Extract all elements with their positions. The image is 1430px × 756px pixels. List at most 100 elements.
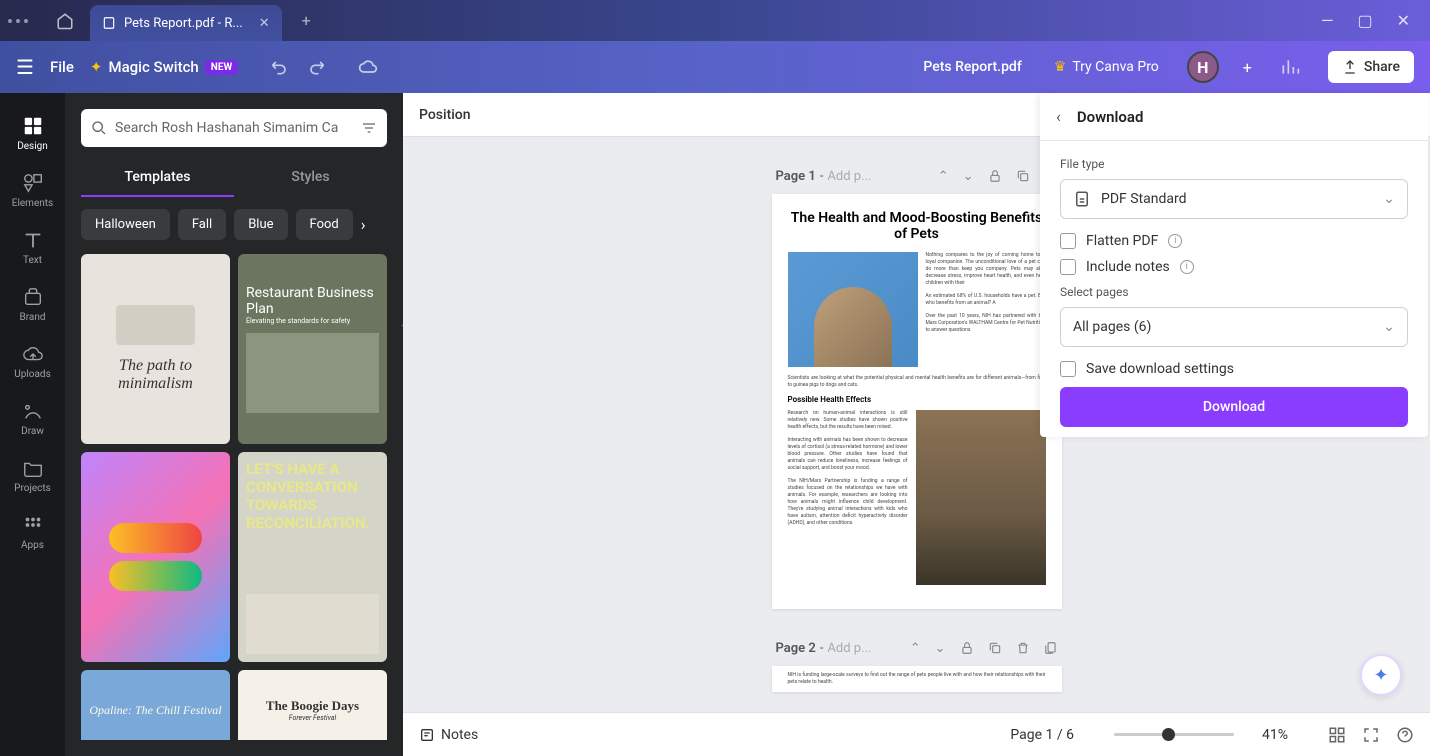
nav-draw[interactable]: Draw bbox=[0, 390, 65, 447]
nav-apps[interactable]: Apps bbox=[0, 504, 65, 561]
minimize-icon[interactable]: — bbox=[1321, 11, 1334, 30]
draw-icon bbox=[22, 400, 44, 422]
template-card[interactable]: LET'S HAVE A CONVERSATION TOWARDS RECONC… bbox=[238, 452, 387, 662]
home-icon[interactable] bbox=[56, 12, 74, 30]
magic-switch-button[interactable]: ✦ Magic Switch NEW bbox=[90, 58, 238, 76]
chevron-up-icon[interactable]: ⌃ bbox=[910, 641, 921, 656]
template-card[interactable]: The Boogie Days Forever Festival bbox=[238, 670, 387, 740]
doc-subheading: Possible Health Effects bbox=[788, 395, 1046, 404]
add-page-icon[interactable] bbox=[1044, 641, 1058, 655]
nav-elements[interactable]: Elements bbox=[0, 162, 65, 219]
select-pages-select[interactable]: All pages (6) ⌄ bbox=[1060, 307, 1408, 347]
file-type-select[interactable]: PDF Standard ⌄ bbox=[1060, 179, 1408, 219]
template-title: The path to minimalism bbox=[89, 357, 222, 393]
nav-uploads[interactable]: Uploads bbox=[0, 333, 65, 390]
select-pages-value: All pages (6) bbox=[1073, 319, 1151, 335]
template-title: The Boogie Days bbox=[266, 698, 359, 714]
select-pages-label: Select pages bbox=[1060, 285, 1408, 299]
zoom-slider[interactable] bbox=[1114, 733, 1234, 736]
doc-paragraph: Scientists are looking at what the poten… bbox=[788, 375, 1046, 389]
nav-design[interactable]: Design bbox=[0, 105, 65, 162]
flatten-pdf-checkbox[interactable]: Flatten PDF i bbox=[1060, 233, 1408, 249]
info-icon[interactable]: i bbox=[1168, 234, 1182, 248]
position-button[interactable]: Position bbox=[419, 107, 471, 123]
trash-icon[interactable] bbox=[1016, 641, 1030, 655]
download-panel: ‹ Download File type PDF Standard ⌄ Flat… bbox=[1040, 93, 1428, 437]
browser-tab[interactable]: Pets Report.pdf - R... ✕ bbox=[90, 5, 282, 41]
lock-icon[interactable] bbox=[960, 641, 974, 655]
vertical-nav: Design Elements Text Brand Uploads Draw … bbox=[0, 93, 65, 756]
info-icon[interactable]: i bbox=[1180, 260, 1194, 274]
duplicate-icon[interactable] bbox=[1016, 169, 1030, 183]
filter-icon[interactable] bbox=[361, 120, 377, 136]
doc-paragraph: NIH is funding large-scale surveys to fi… bbox=[788, 672, 1046, 686]
slider-thumb[interactable] bbox=[1162, 728, 1175, 741]
chevron-right-icon[interactable]: › bbox=[361, 215, 366, 234]
apps-icon bbox=[22, 514, 44, 536]
close-window-icon[interactable]: ✕ bbox=[1397, 11, 1410, 30]
page-label: Page 2 bbox=[776, 641, 816, 656]
lock-icon[interactable] bbox=[988, 169, 1002, 183]
add-page-title[interactable]: Add p... bbox=[827, 641, 871, 656]
add-page-title[interactable]: Add p... bbox=[827, 169, 871, 184]
filter-pill[interactable]: Fall bbox=[178, 209, 226, 240]
redo-icon[interactable] bbox=[306, 57, 326, 77]
template-card[interactable]: Restaurant Business Plan Elevating the s… bbox=[238, 254, 387, 444]
zoom-percent[interactable]: 41% bbox=[1262, 727, 1288, 743]
document-page-2[interactable]: NIH is funding large-scale surveys to fi… bbox=[772, 666, 1062, 692]
nav-label: Elements bbox=[12, 198, 53, 209]
filter-pill[interactable]: Food bbox=[296, 209, 353, 240]
page-counter[interactable]: Page 1 / 6 bbox=[1010, 727, 1074, 743]
undo-icon[interactable] bbox=[270, 57, 290, 77]
template-card[interactable]: Opaline: The Chill Festival bbox=[81, 670, 230, 740]
hamburger-icon[interactable]: ☰ bbox=[16, 55, 34, 79]
add-member-button[interactable]: + bbox=[1243, 58, 1252, 77]
analytics-icon[interactable] bbox=[1280, 57, 1300, 77]
doc-icon bbox=[102, 16, 116, 30]
doc-paragraph: Research on human-animal interactions is… bbox=[788, 410, 908, 431]
nav-text[interactable]: Text bbox=[0, 219, 65, 276]
notes-label: Notes bbox=[441, 727, 478, 743]
search-placeholder: Search Rosh Hashanah Simanim Ca bbox=[115, 120, 338, 136]
save-settings-checkbox[interactable]: Save download settings bbox=[1060, 361, 1408, 377]
avatar[interactable]: H bbox=[1187, 51, 1219, 83]
window-menu-dots[interactable] bbox=[8, 19, 28, 23]
maximize-icon[interactable]: ▢ bbox=[1357, 11, 1372, 30]
share-button[interactable]: Share bbox=[1328, 51, 1414, 83]
design-icon bbox=[22, 115, 44, 137]
nav-projects[interactable]: Projects bbox=[0, 447, 65, 504]
text-icon bbox=[22, 229, 44, 251]
new-tab-button[interactable]: + bbox=[302, 11, 311, 30]
close-icon[interactable]: ✕ bbox=[259, 16, 270, 31]
notes-button[interactable]: Notes bbox=[419, 727, 478, 743]
back-icon[interactable]: ‹ bbox=[1056, 107, 1061, 126]
chevron-down-icon[interactable]: ⌄ bbox=[963, 169, 974, 184]
filter-pill[interactable]: Halloween bbox=[81, 209, 170, 240]
document-page-1[interactable]: The Health and Mood-Boosting Benefits of… bbox=[772, 194, 1062, 609]
template-card[interactable]: The path to minimalism bbox=[81, 254, 230, 444]
search-input[interactable]: Search Rosh Hashanah Simanim Ca bbox=[81, 109, 387, 147]
chevron-down-icon: ⌄ bbox=[1383, 191, 1395, 207]
cloud-sync-icon[interactable] bbox=[358, 57, 378, 77]
cat-image bbox=[788, 252, 918, 367]
sparkle-icon: ✦ bbox=[90, 58, 103, 76]
fullscreen-icon[interactable] bbox=[1362, 726, 1380, 744]
save-settings-label: Save download settings bbox=[1086, 361, 1234, 377]
include-notes-checkbox[interactable]: Include notes i bbox=[1060, 259, 1408, 275]
ai-assist-fab[interactable]: ✦ bbox=[1360, 654, 1402, 696]
tab-templates[interactable]: Templates bbox=[81, 159, 234, 197]
chevron-up-icon[interactable]: ⌃ bbox=[938, 169, 949, 184]
download-button[interactable]: Download bbox=[1060, 387, 1408, 427]
file-menu[interactable]: File bbox=[50, 58, 74, 76]
try-pro-label: Try Canva Pro bbox=[1072, 59, 1158, 75]
chevron-down-icon[interactable]: ⌄ bbox=[935, 641, 946, 656]
tab-styles[interactable]: Styles bbox=[234, 159, 387, 197]
template-card[interactable] bbox=[81, 452, 230, 662]
duplicate-icon[interactable] bbox=[988, 641, 1002, 655]
grid-view-icon[interactable] bbox=[1328, 726, 1346, 744]
try-canva-pro-button[interactable]: ♛ Try Canva Pro bbox=[1054, 59, 1159, 75]
help-icon[interactable] bbox=[1396, 726, 1414, 744]
nav-brand[interactable]: Brand bbox=[0, 276, 65, 333]
filter-pill[interactable]: Blue bbox=[234, 209, 287, 240]
document-name[interactable]: Pets Report.pdf bbox=[923, 59, 1021, 75]
